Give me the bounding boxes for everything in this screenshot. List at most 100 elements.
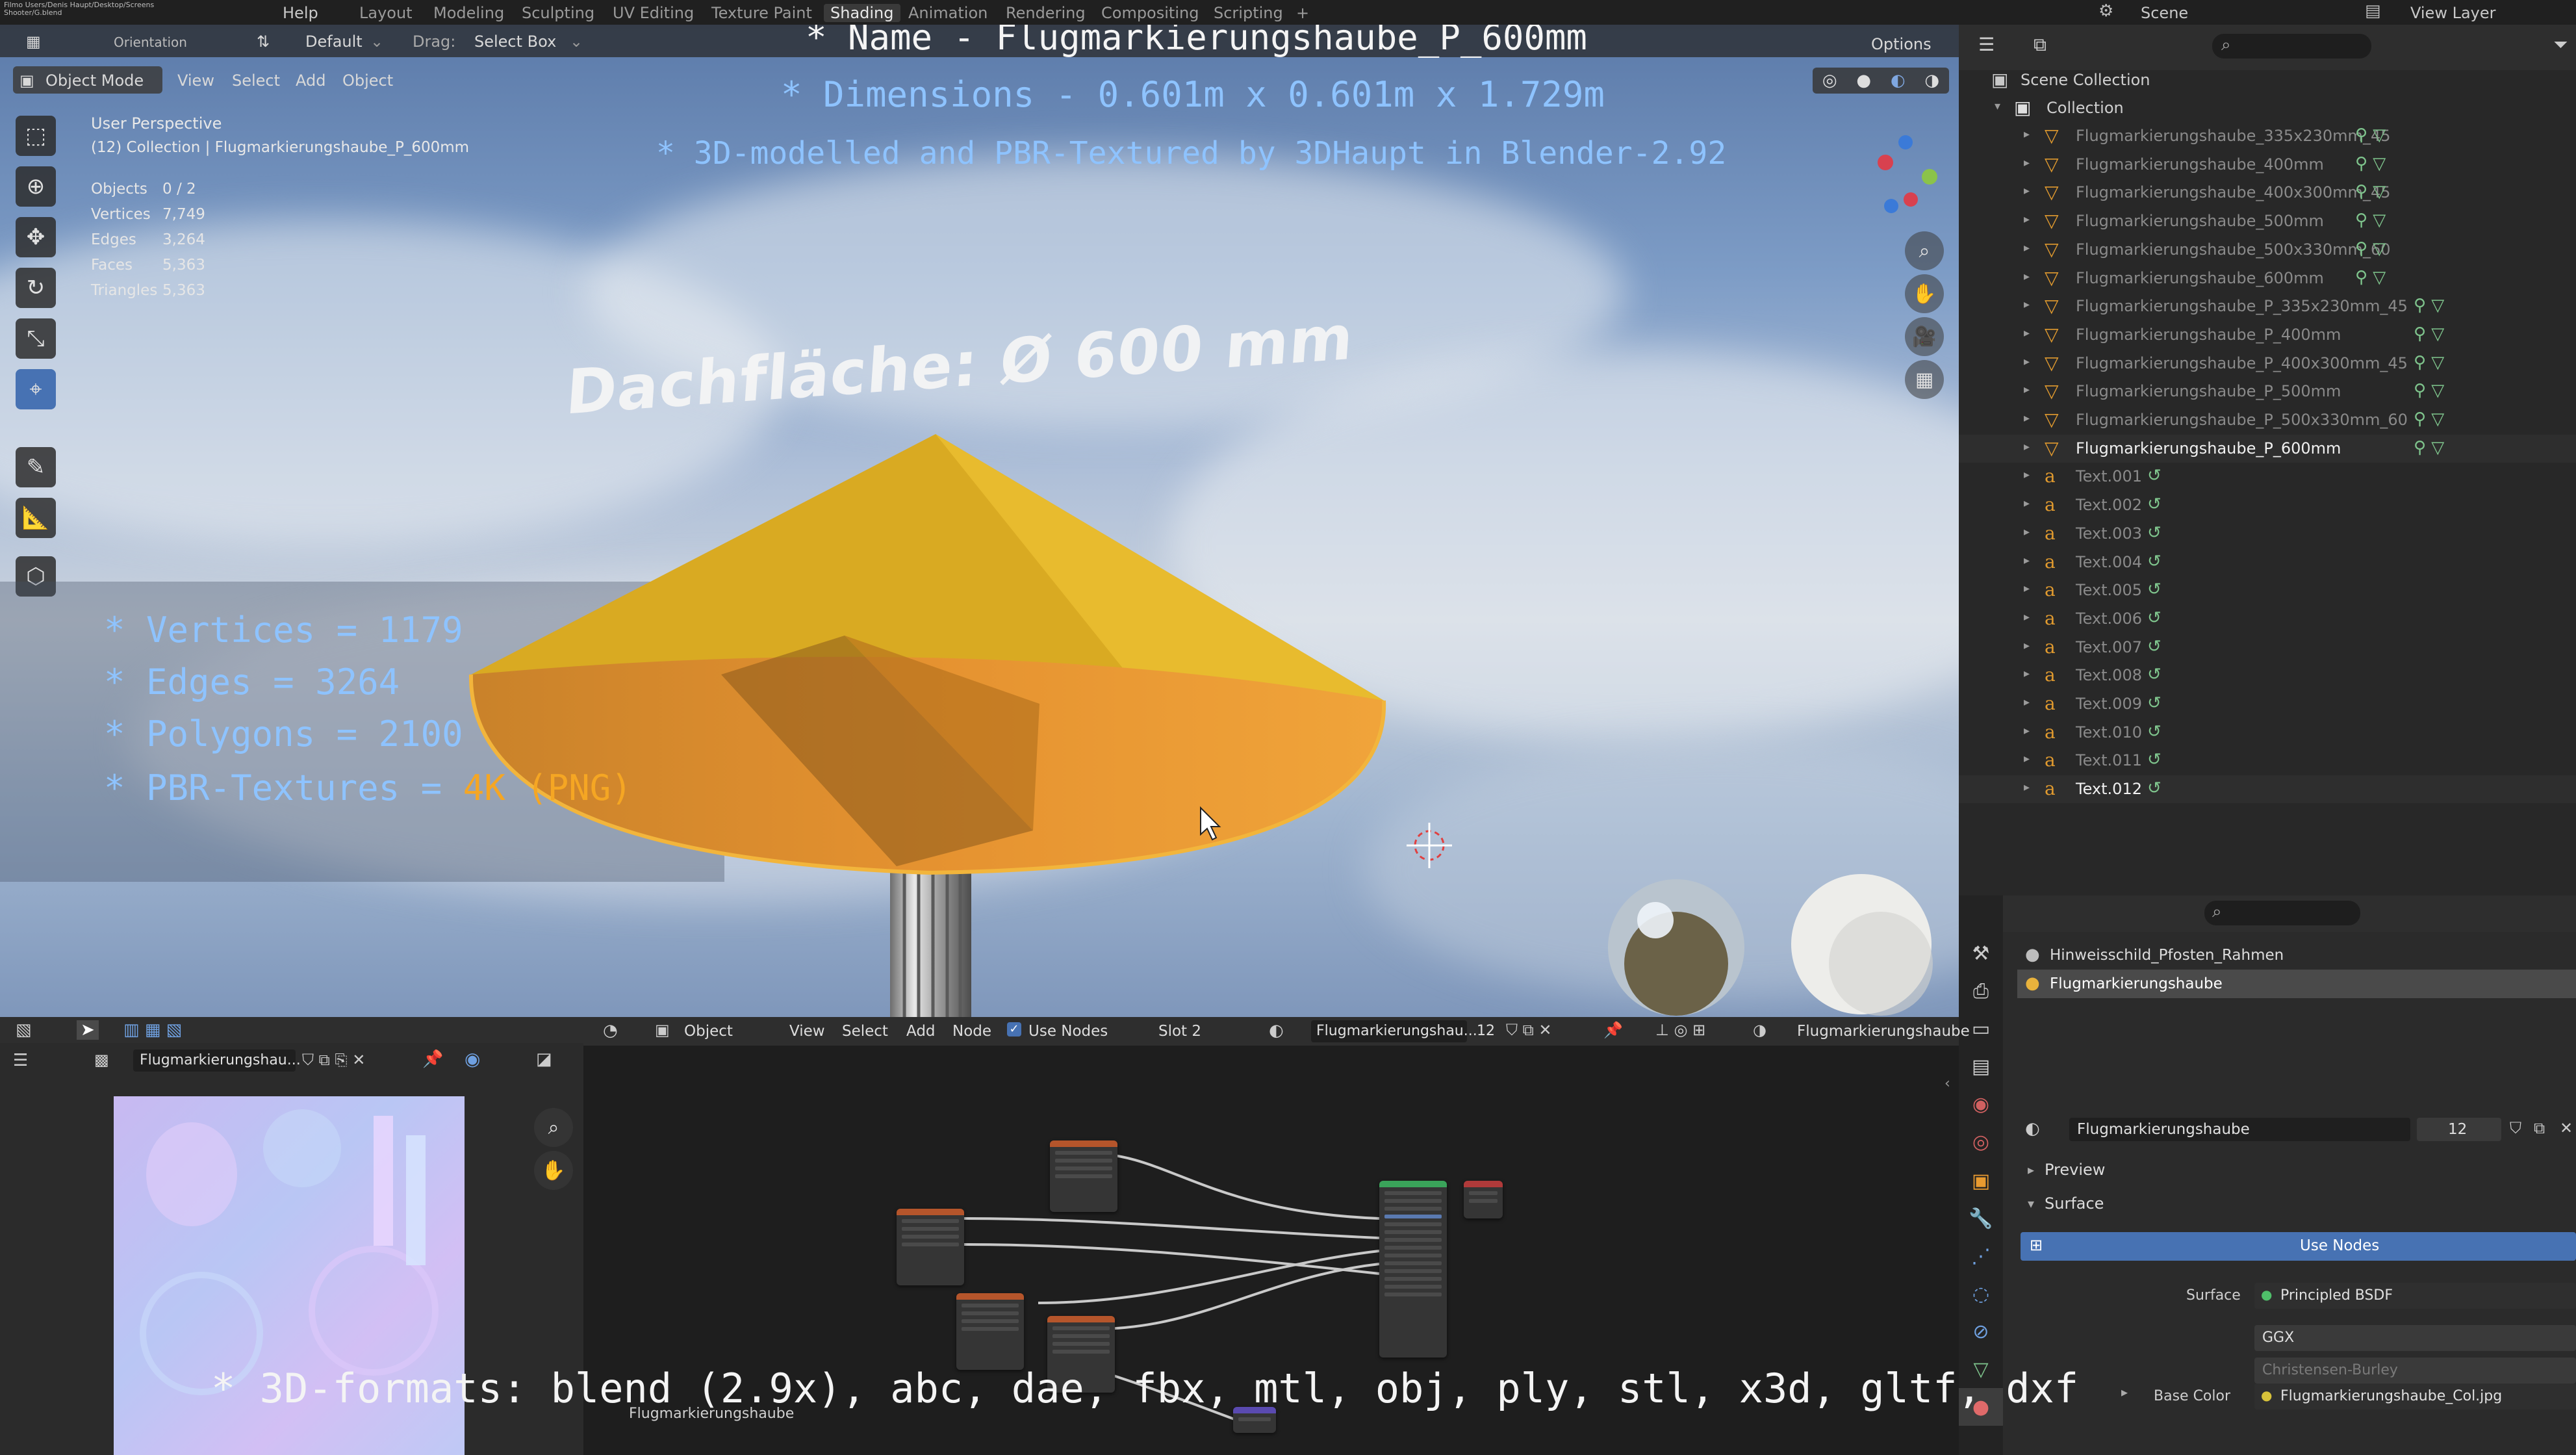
image-texture-node[interactable]	[956, 1293, 1024, 1370]
expand-chevron-icon[interactable]: ▸	[2024, 496, 2030, 510]
expand-chevron-icon[interactable]: ▸	[2024, 298, 2030, 311]
outliner-item[interactable]: ▸ a Text.008 ↺	[1959, 662, 2576, 689]
cone-object[interactable]	[0, 25, 1959, 1017]
tab-rendering[interactable]: Rendering	[1006, 4, 1086, 22]
text-data-icon[interactable]: ↺	[2147, 637, 2162, 656]
text-data-icon[interactable]: ↺	[2147, 665, 2162, 684]
outliner-item[interactable]: ▸ a Text.009 ↺	[1959, 690, 2576, 718]
expand-chevron-icon[interactable]: ▸	[2024, 695, 2030, 709]
view-icon[interactable]: ◪	[536, 1049, 552, 1069]
view-layer-tab-icon[interactable]: ▤	[1959, 1048, 2003, 1085]
3d-viewport[interactable]: ▦ Orientation ⇅ Default ⌄ Drag: Select B…	[0, 25, 1959, 1017]
fake-user-icon[interactable]: ⛉	[2510, 1119, 2521, 1137]
principled-bsdf-node[interactable]	[1379, 1181, 1447, 1358]
properties-search-input[interactable]: ⌕	[2204, 901, 2360, 925]
modifier-data-icons[interactable]: ⚲ ▽	[2414, 409, 2444, 429]
view-layer-icon[interactable]: ▤	[2365, 1, 2381, 21]
expand-chevron-icon[interactable]: ▸	[2024, 724, 2030, 738]
tab-modeling[interactable]: Modeling	[433, 4, 504, 22]
image-actions-icons[interactable]: ⛉ ⧉ ⎘ ✕	[302, 1051, 365, 1069]
physics-tab-icon[interactable]: ◌	[1959, 1275, 2003, 1313]
distribution-dropdown[interactable]: GGX	[2254, 1325, 2576, 1351]
expand-chevron-icon[interactable]: ▸	[2024, 326, 2030, 340]
image-browse-icon[interactable]: ▩	[94, 1051, 109, 1069]
display-channels-icon[interactable]: ◉	[465, 1048, 480, 1070]
outliner-item[interactable]: ▸ ▽ Flugmarkierungshaube_P_400x300mm_45 ⚲ ▽	[1959, 350, 2576, 378]
tab-sculpting[interactable]: Sculpting	[522, 4, 594, 22]
outliner-item[interactable]: ▸ ▽ Flugmarkierungshaube_600mm ⚲ ▽	[1959, 264, 2576, 292]
material-browse-icon[interactable]: ◐	[2025, 1119, 2040, 1139]
expand-chevron-icon[interactable]: ▸	[2024, 639, 2030, 652]
tab-uv-editing[interactable]: UV Editing	[613, 4, 694, 22]
outliner-item[interactable]: ▸ ▽ Flugmarkierungshaube_P_500x330mm_60 ⚲ ▽	[1959, 406, 2576, 434]
modifier-data-icons[interactable]: ⚲ ▽	[2414, 353, 2444, 372]
sidebar-toggle-icon[interactable]: ‹	[1945, 1075, 1950, 1092]
scene-icon[interactable]: ⚙	[2098, 1, 2113, 21]
outliner-item[interactable]: ▸ a Text.012 ↺	[1959, 775, 2576, 803]
duplicate-icon[interactable]: ⧉	[2534, 1119, 2545, 1137]
text-data-icon[interactable]: ↺	[2147, 608, 2162, 628]
expand-chevron-icon[interactable]: ▸	[2024, 525, 2030, 539]
pin-icon[interactable]: 📌	[422, 1049, 443, 1069]
image-texture-node[interactable]	[897, 1209, 964, 1285]
modifier-data-icons[interactable]: ⚲ ▽	[2414, 324, 2444, 344]
expand-chevron-icon[interactable]: ▸	[2024, 184, 2030, 198]
outliner-item[interactable]: ▸ ▽ Flugmarkierungshaube_400mm ⚲ ▽	[1959, 151, 2576, 179]
outliner-item[interactable]: ▸ ▽ Flugmarkierungshaube_500x330mm_60 ⚲ ▽	[1959, 236, 2576, 264]
outliner-item[interactable]: ▸ a Text.003 ↺	[1959, 520, 2576, 548]
outliner-item[interactable]: ▸ ▽ Flugmarkierungshaube_P_400mm ⚲ ▽	[1959, 321, 2576, 349]
display-mode-icon[interactable]: ☰	[1978, 34, 1995, 55]
outliner-item[interactable]: ▸ ▽ Flugmarkierungshaube_335x230mm_45 ⚲ ▽	[1959, 122, 2576, 150]
modifier-tab-icon[interactable]: 🔧	[1959, 1200, 2003, 1237]
pan-hand-icon[interactable]: ✋	[534, 1151, 573, 1190]
modifier-data-icons[interactable]: ⚲ ▽	[2355, 182, 2386, 201]
use-nodes-button[interactable]: ⊞ Use Nodes	[2021, 1232, 2576, 1261]
base-color-field[interactable]: ● Flugmarkierungshaube_Col.jpg	[2254, 1384, 2576, 1410]
text-data-icon[interactable]: ↺	[2147, 580, 2162, 599]
view-layer-selector[interactable]: View Layer	[2410, 4, 2496, 22]
expand-chevron-icon[interactable]: ▸	[2024, 156, 2030, 170]
image-name-field[interactable]: Flugmarkierungshau...	[133, 1049, 301, 1072]
text-data-icon[interactable]: ↺	[2147, 466, 2162, 485]
expand-chevron-icon[interactable]: ▸	[2024, 610, 2030, 624]
hamburger-menu-icon[interactable]: ☰	[13, 1051, 28, 1070]
text-data-icon[interactable]: ↺	[2147, 523, 2162, 543]
expand-icon[interactable]: ▾	[1995, 99, 2000, 113]
constraints-tab-icon[interactable]: ⊘	[1959, 1313, 2003, 1350]
outliner-item[interactable]: ▸ ▽ Flugmarkierungshaube_P_335x230mm_45 ⚲ ▽	[1959, 292, 2576, 320]
text-data-icon[interactable]: ↺	[2147, 750, 2162, 769]
text-data-icon[interactable]: ↺	[2147, 779, 2162, 798]
zoom-icon[interactable]: ⌕	[534, 1108, 573, 1147]
expand-chevron-icon[interactable]: ▸	[2024, 270, 2030, 283]
outliner-item[interactable]: ▸ ▽ Flugmarkierungshaube_P_600mm ⚲ ▽	[1959, 435, 2576, 463]
tab-scripting[interactable]: Scripting	[1214, 4, 1283, 22]
material-name-field[interactable]: Flugmarkierungshaube	[2069, 1118, 2410, 1141]
collapsed-chevron-icon[interactable]: ▸	[2121, 1384, 2128, 1400]
image-texture-node[interactable]	[1050, 1140, 1117, 1212]
tab-texture-paint[interactable]: Texture Paint	[711, 4, 812, 22]
expand-chevron-icon[interactable]: ▸	[2024, 212, 2030, 226]
text-data-icon[interactable]: ↺	[2147, 495, 2162, 514]
text-data-icon[interactable]: ↺	[2147, 552, 2162, 571]
select-mode-icon[interactable]: ➤	[77, 1020, 99, 1040]
object-tab-icon[interactable]: ▣	[1959, 1162, 2003, 1200]
expand-chevron-icon[interactable]: ▸	[2024, 411, 2030, 425]
modifier-data-icons[interactable]: ⚲ ▽	[2414, 296, 2444, 315]
text-data-icon[interactable]: ↺	[2147, 693, 2162, 713]
outliner-collection[interactable]: ▾ ▣ Collection	[1959, 94, 2576, 122]
expand-chevron-icon[interactable]: ▸	[2024, 383, 2030, 396]
expand-chevron-icon[interactable]: ▸	[2024, 355, 2030, 368]
outliner-item[interactable]: ▸ a Text.005 ↺	[1959, 576, 2576, 604]
modifier-data-icons[interactable]: ⚲ ▽	[2355, 154, 2386, 174]
add-workspace-icon[interactable]: +	[1296, 4, 1309, 22]
scene-selector[interactable]: Scene	[2141, 4, 2188, 22]
filter-view-icon[interactable]: ⧉	[2034, 34, 2047, 56]
menu-help[interactable]: Help	[283, 4, 318, 22]
preview-panel-header[interactable]: ▸ Preview	[2017, 1155, 2576, 1185]
outliner-item[interactable]: ▸ ▽ Flugmarkierungshaube_P_500mm ⚲ ▽	[1959, 378, 2576, 406]
surface-shader-field[interactable]: ● Principled BSDF	[2254, 1283, 2576, 1309]
outliner-item[interactable]: ▸ a Text.001 ↺	[1959, 463, 2576, 491]
modifier-data-icons[interactable]: ⚲ ▽	[2414, 381, 2444, 400]
expand-chevron-icon[interactable]: ▸	[2024, 440, 2030, 454]
outliner-item[interactable]: ▸ a Text.010 ↺	[1959, 719, 2576, 747]
